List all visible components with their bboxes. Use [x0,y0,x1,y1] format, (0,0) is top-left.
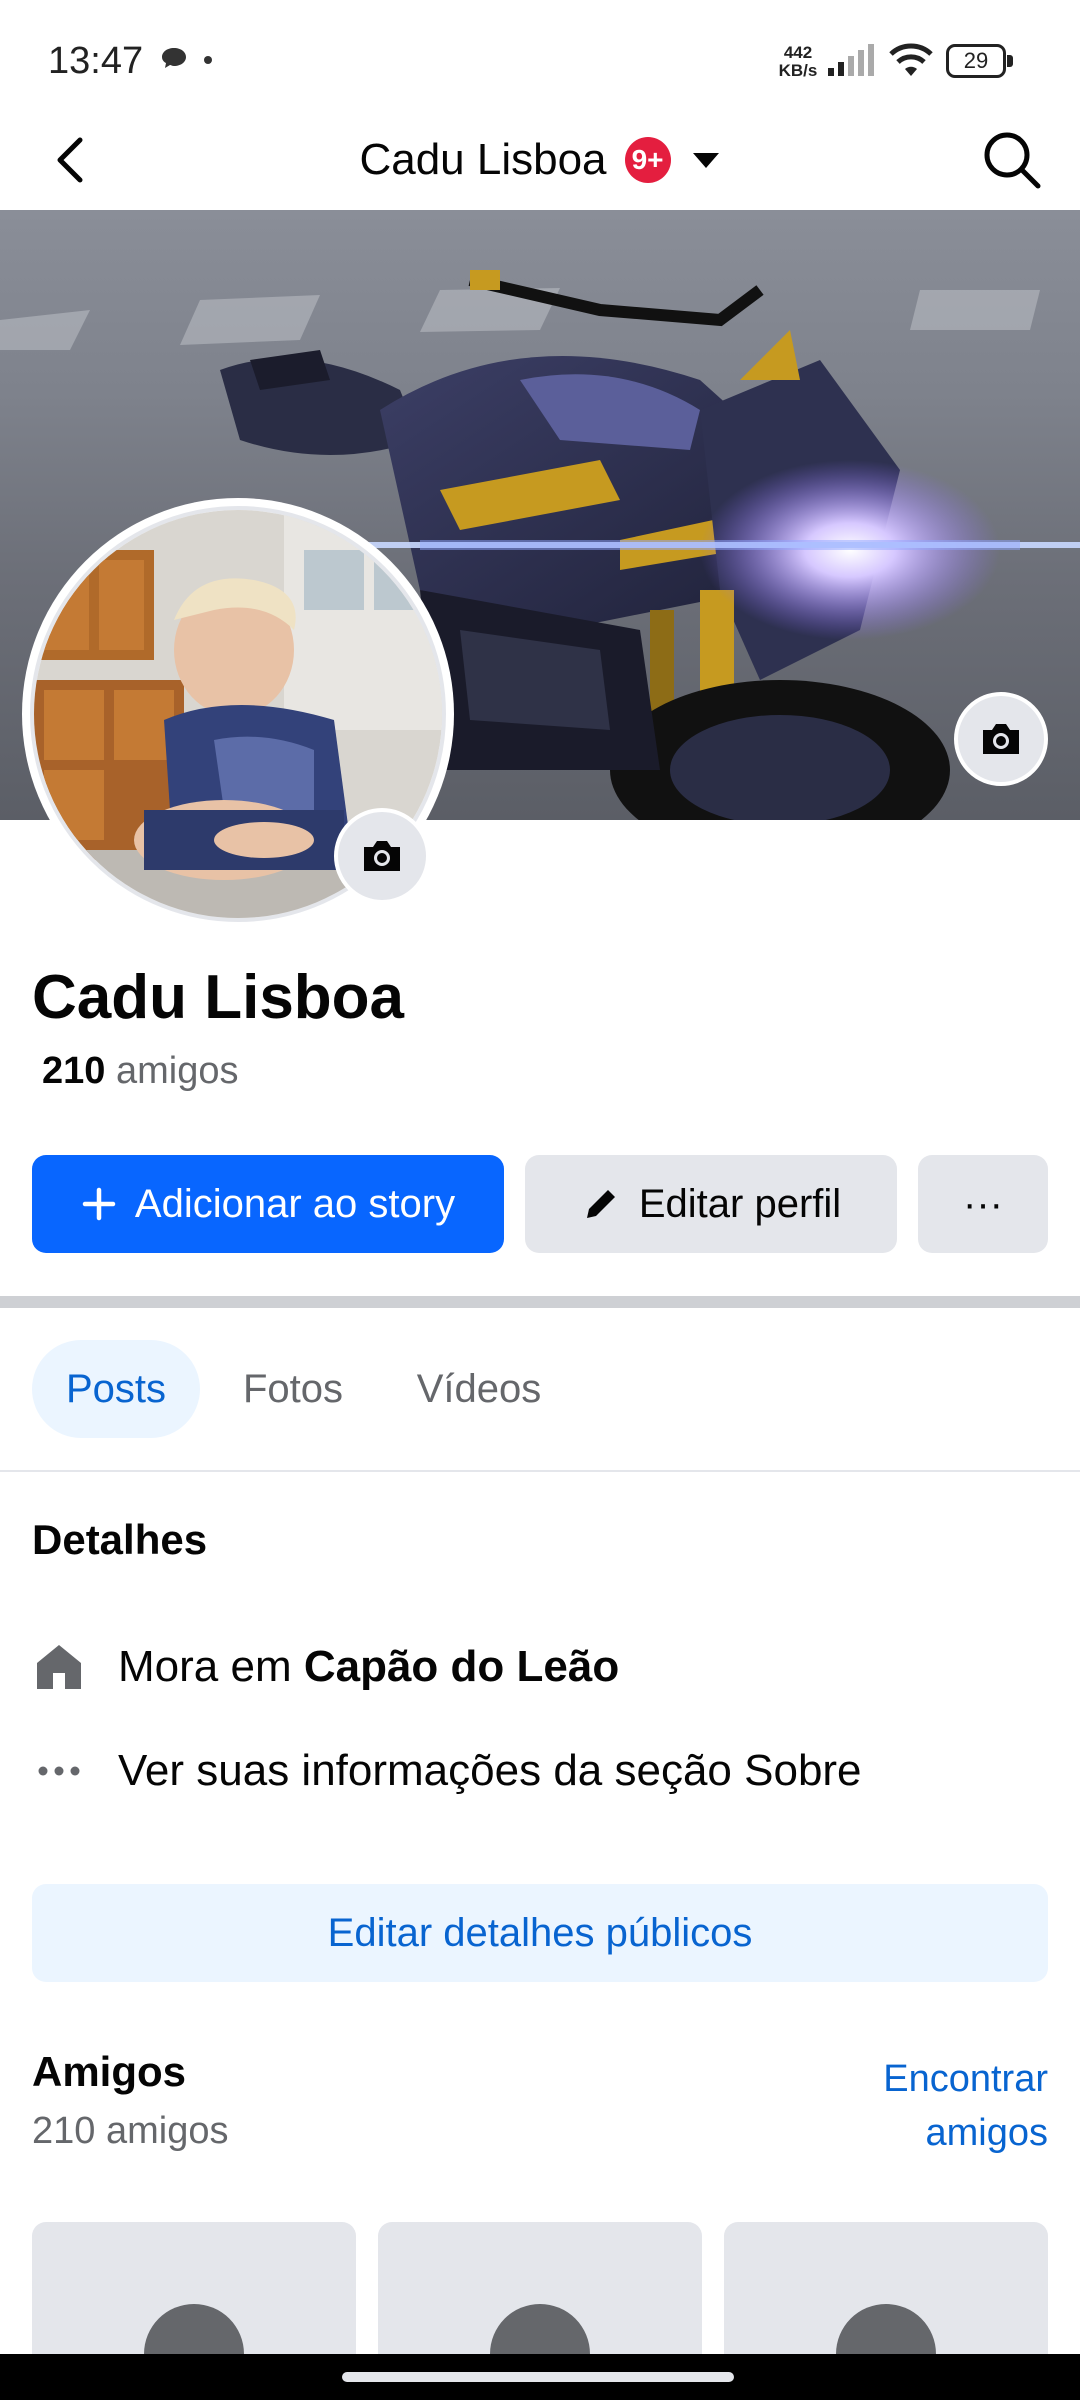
add-to-story-button[interactable]: Adicionar ao story [32,1155,504,1253]
about-link-text: Ver suas informações da seção Sobre [118,1746,862,1795]
edit-profile-label: Editar perfil [638,1181,842,1226]
find-friends-line2: amigos [925,2112,1049,2154]
camera-icon [364,841,400,871]
plus-icon [82,1187,116,1221]
details-title: Detalhes [32,1516,208,1563]
lives-in-city[interactable]: Capão do Leão [304,1642,619,1691]
find-friends-line1: Encontrar [883,2058,1048,2100]
system-nav-bar [0,2354,1080,2400]
more-dots-icon [38,1766,80,1776]
network-speed-value: 442 [783,43,813,62]
edit-public-details-button[interactable]: Editar detalhes públicos [32,1884,1048,1982]
signal-icon [828,44,874,76]
friends-subtitle: 210 amigos [32,2110,229,2152]
caret-down-icon [692,153,719,168]
tab-videos[interactable]: Vídeos [402,1340,556,1438]
wifi-icon [889,43,933,76]
top-app-bar: Cadu Lisboa 9+ [0,110,1080,210]
home-icon [37,1645,81,1689]
tab-fotos[interactable]: Fotos [228,1340,358,1438]
find-friends-link[interactable]: Encontrar amigos [788,2052,1048,2160]
profile-name: Cadu Lisboa [32,963,405,1032]
tabs-divider [0,1470,1080,1472]
notification-badge: 9+ [624,137,671,183]
tab-posts[interactable]: Posts [32,1340,200,1438]
pencil-icon [586,1190,615,1218]
notification-dot-icon [204,56,212,64]
status-time: 13:47 [48,40,144,82]
edit-profile-button[interactable]: Editar perfil [525,1155,897,1253]
profile-tabs: Posts Fotos Vídeos [32,1340,1048,1438]
status-bar: 13:47 442 KB/s 29 [0,0,1080,110]
home-gesture-handle[interactable] [342,2372,734,2382]
friends-count[interactable]: 210 amigos [42,1050,238,1093]
battery-icon: 29 [946,44,1014,78]
section-divider [0,1296,1080,1308]
friends-count-number: 210 [42,1050,106,1092]
lives-in-prefix: Mora em [118,1642,304,1691]
detail-lives-in: Mora em Capão do Leão [32,1632,1048,1702]
profile-actions: Adicionar ao story Editar perfil ··· [32,1155,1048,1253]
cover-camera-button[interactable] [954,692,1048,786]
header-title: Cadu Lisboa [359,135,607,184]
battery-level: 29 [946,44,1006,78]
friends-title: Amigos [32,2048,187,2095]
friends-count-word: amigos [115,1050,239,1092]
network-speed-unit: KB/s [778,61,818,80]
detail-about-link[interactable]: Ver suas informações da seção Sobre [32,1736,1048,1806]
message-icon [162,48,186,68]
profile-camera-button[interactable] [334,808,430,904]
camera-icon [983,724,1019,754]
add-to-story-label: Adicionar ao story [134,1181,456,1226]
more-options-button[interactable]: ··· [918,1155,1048,1253]
network-speed: 442 KB/s [778,44,818,80]
search-icon[interactable] [978,126,1044,192]
profile-switcher[interactable]: Cadu Lisboa 9+ [0,110,1080,210]
more-options-icon: ··· [963,1181,1003,1226]
